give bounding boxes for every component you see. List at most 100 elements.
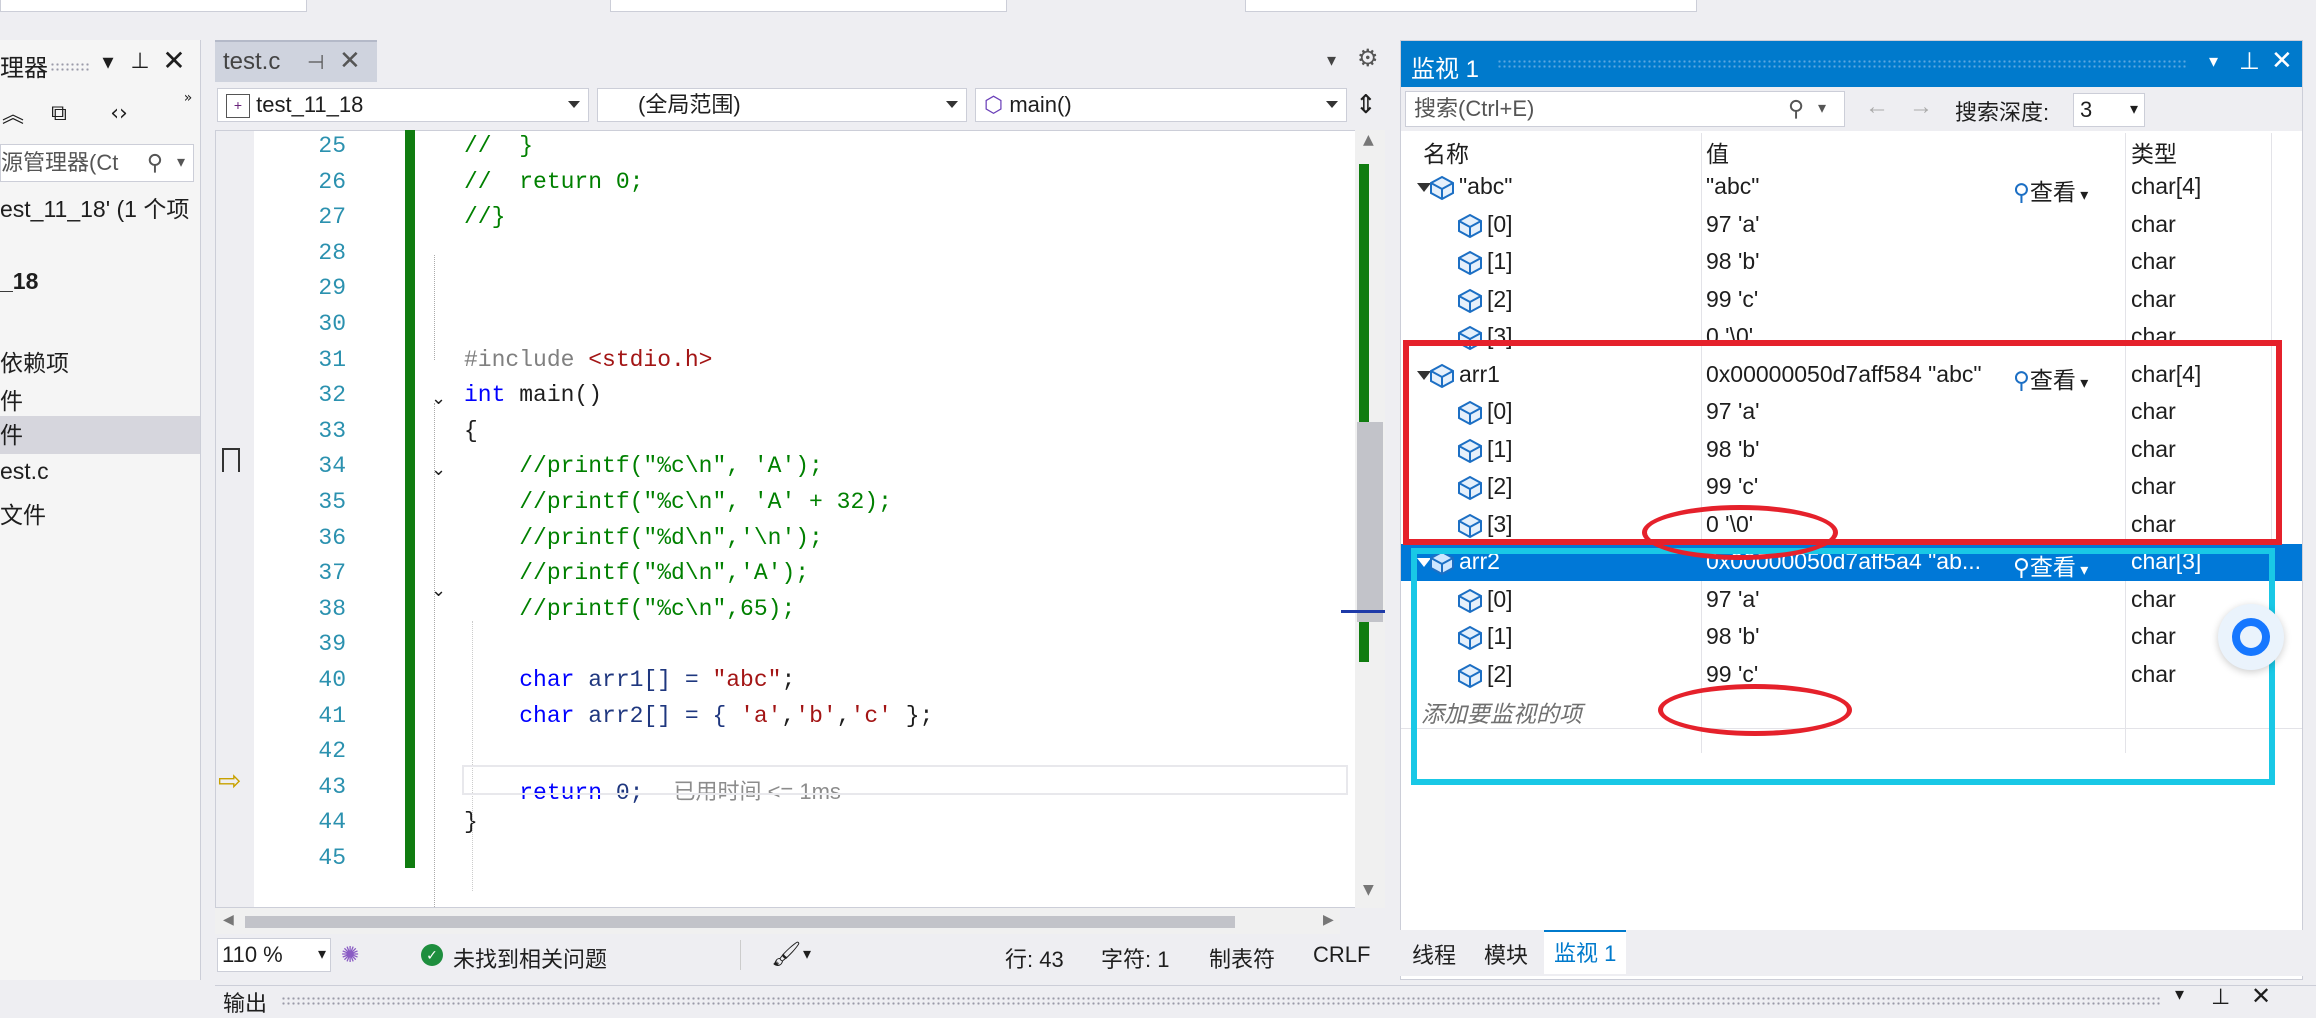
collapse-chevron-icon[interactable]: ⌄ (431, 456, 446, 480)
collapse-chevron-icon[interactable]: ⌄ (431, 577, 446, 601)
tree-item-headers[interactable]: 件 (0, 382, 23, 416)
tab-test-c[interactable]: test.c ⊣ ✕ (215, 40, 377, 82)
editor-vertical-scrollbar[interactable]: ▲ ▼ (1341, 130, 1385, 908)
pin-icon[interactable]: ⊥ (2211, 984, 2230, 1010)
code-line[interactable]: //printf("%d\n",'\n'); (464, 525, 823, 551)
tab-threads[interactable]: 线程 (1412, 938, 1456, 970)
search-icon[interactable]: ⚲ (147, 145, 163, 181)
dropdown-icon[interactable]: ▾ (177, 145, 185, 181)
watch-row-element[interactable]: [1] 98 'b' char (1401, 244, 2302, 281)
close-icon[interactable]: ✕ (2251, 982, 2271, 1011)
top-combo-1[interactable] (0, 0, 307, 12)
tabs-indicator[interactable]: 制表符 (1209, 942, 1275, 974)
code-line[interactable]: int main() (464, 382, 602, 408)
tab-overflow-icon[interactable]: ▾ (1327, 50, 1336, 71)
column-header-name[interactable]: 名称 (1423, 135, 1469, 169)
column-header-type[interactable]: 类型 (2131, 135, 2177, 169)
pin-icon[interactable]: ⊣ (307, 50, 324, 74)
tree-item-resource-files[interactable]: 文件 (0, 496, 46, 530)
pin-icon[interactable]: ⊥ (2239, 47, 2260, 76)
code-line[interactable]: //} (464, 204, 505, 230)
scope-combo[interactable]: (全局范围) (597, 88, 967, 122)
split-view-icon[interactable]: ⇕ (1355, 90, 1377, 120)
pin-icon[interactable]: ⊥ (128, 48, 152, 74)
collapse-chevron-icon[interactable]: ⌄ (431, 385, 446, 409)
code-line[interactable]: // } (464, 133, 533, 159)
code-line[interactable]: // return 0; (464, 169, 643, 195)
code-line[interactable]: #include <stdio.h> (464, 347, 712, 373)
watch-value[interactable]: 98 'b' (1706, 248, 2116, 275)
line-number: 41 (318, 702, 346, 729)
editor-horizontal-scrollbar[interactable]: ◀ ▶ (215, 908, 1340, 934)
chevron-down-icon[interactable]: ▾ (96, 50, 120, 75)
code-token: { (464, 417, 478, 444)
copy-icon[interactable]: ⧉ (44, 98, 74, 128)
line-number: 26 (318, 168, 346, 195)
top-combo-2[interactable] (610, 0, 1007, 12)
gear-icon[interactable]: ⚙ (1357, 44, 1379, 72)
more-icon[interactable]: » (178, 88, 198, 108)
close-icon[interactable]: ✕ (160, 44, 188, 77)
watch-row-variable[interactable]: "abc" "abc" ⚲查看 ▾ char[4] (1401, 169, 2302, 206)
bookmark-icon[interactable] (222, 448, 240, 472)
zoom-combo[interactable]: 110 % ▾ (217, 938, 331, 972)
forward-arrow-icon[interactable]: → (1909, 93, 1933, 121)
line-number: 30 (318, 311, 346, 337)
view-visualizer-button[interactable]: ⚲查看 ▾ (2013, 173, 2088, 207)
code-line[interactable]: char arr1[] = "abc"; (464, 667, 795, 693)
code-line[interactable]: //printf("%c\n", 'A' + 32); (464, 489, 892, 515)
tab-modules[interactable]: 模块 (1484, 938, 1528, 970)
code-token: //printf("%d\n",'\n'); (464, 524, 823, 551)
chevron-down-icon[interactable]: ▾ (2209, 51, 2218, 72)
scroll-right-icon[interactable]: ▶ (1323, 912, 1334, 928)
intellicode-icon[interactable]: ✺ (341, 942, 359, 968)
search-icon[interactable]: ⚲ (1788, 92, 1804, 126)
watch-value[interactable]: "abc" (1706, 173, 2011, 200)
code-editor[interactable]: 25 // } 26 // return 0; 27 //} 28 29 30 31 #includ… (215, 130, 1380, 908)
code-line[interactable]: //printf("%c\n", 'A'); (464, 453, 823, 479)
tree-item-project[interactable]: _18 (0, 268, 38, 295)
scrollbar-thumb[interactable] (1357, 422, 1383, 622)
chevron-down-icon[interactable]: ▾ (803, 944, 811, 964)
close-icon[interactable]: ✕ (2271, 45, 2293, 76)
tree-item-source-files[interactable]: 件 (0, 416, 200, 454)
tree-item-dependencies[interactable]: 依赖项 (0, 344, 69, 378)
tab-watch-1[interactable]: 监视 1 (1544, 930, 1627, 974)
code-line[interactable]: { (464, 418, 478, 444)
close-tab-icon[interactable]: ✕ (339, 46, 361, 76)
char-indicator[interactable]: 字符: 1 (1101, 942, 1169, 974)
back-arrow-icon[interactable]: ← (1865, 93, 1889, 121)
scroll-left-icon[interactable]: ◀ (223, 912, 234, 928)
code-line[interactable]: char arr2[] = { 'a','b','c' }; (464, 703, 933, 729)
code-view-icon[interactable]: ‹› (104, 98, 134, 128)
watch-value[interactable]: 97 'a' (1706, 211, 2116, 238)
scrollbar-thumb[interactable] (245, 916, 1235, 928)
solution-search-input[interactable]: 源管理器(Ct ⚲ ▾ (0, 144, 194, 182)
column-header-value[interactable]: 值 (1706, 135, 1729, 169)
scroll-up-icon[interactable]: ▲ (1363, 132, 1374, 148)
tree-item-test-c[interactable]: est.c (0, 458, 49, 485)
watch-search-input[interactable]: 搜索(Ctrl+E) ⚲ ▾ (1405, 91, 1845, 127)
tree-item-solution[interactable]: est_11_18' (1 个项 (0, 190, 189, 224)
search-depth-combo[interactable]: 3 ▾ (2073, 93, 2145, 127)
project-combo[interactable]: + test_11_18 (217, 88, 589, 122)
issues-status[interactable]: 未找到相关问题 (453, 942, 607, 974)
eol-indicator[interactable]: CRLF (1313, 942, 1370, 968)
collapse-all-icon[interactable]: ︽ (0, 98, 26, 128)
member-combo[interactable]: ⬡ main() (975, 88, 1347, 122)
annotation-red-rectangle (1403, 340, 2282, 545)
line-indicator[interactable]: 行: 43 (1005, 942, 1064, 974)
code-line[interactable]: //printf("%c\n",65); (464, 596, 795, 622)
watch-row-element[interactable]: [0] 97 'a' char (1401, 207, 2302, 244)
chevron-down-icon[interactable]: ▾ (2175, 984, 2184, 1005)
watch-row-element[interactable]: [2] 99 'c' char (1401, 282, 2302, 319)
code-line[interactable]: } (464, 809, 478, 835)
floating-assistant-button[interactable] (2218, 604, 2284, 670)
top-combo-3[interactable] (1245, 0, 1697, 12)
code-line[interactable]: //printf("%d\n",'A'); (464, 560, 809, 586)
dropdown-icon[interactable]: ▾ (1818, 92, 1826, 126)
output-title: 输出 (223, 991, 268, 1016)
watch-value[interactable]: 99 'c' (1706, 286, 2116, 313)
code-cleanup-brush-icon[interactable]: 🖌 (771, 940, 801, 969)
scroll-down-icon[interactable]: ▼ (1363, 882, 1374, 898)
